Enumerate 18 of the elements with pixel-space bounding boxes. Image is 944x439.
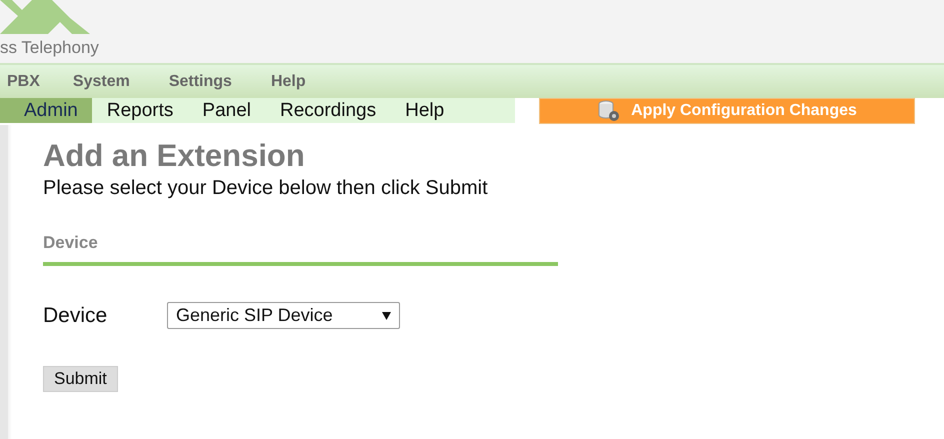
section-heading: Device bbox=[43, 233, 558, 266]
logo-text: ss Telephony bbox=[0, 38, 100, 58]
nav-tab[interactable]: Help bbox=[390, 98, 458, 123]
menu-item[interactable]: System bbox=[60, 72, 156, 90]
nav-tab[interactable]: Panel bbox=[187, 98, 265, 123]
submit-button[interactable]: Submit bbox=[43, 366, 118, 392]
menu-item[interactable]: PBX bbox=[0, 72, 60, 90]
menu-item[interactable]: Settings bbox=[156, 72, 258, 90]
nav-tab[interactable]: Reports bbox=[92, 98, 188, 123]
device-dropdown[interactable]: Generic SIP Device bbox=[167, 302, 400, 329]
instructions: Please select your Device below then click Submit bbox=[43, 177, 489, 200]
nav-tab[interactable]: Admin bbox=[0, 98, 92, 123]
database-gear-icon bbox=[597, 100, 622, 122]
menu-item[interactable]: Help bbox=[258, 72, 332, 90]
field-label: Device bbox=[43, 304, 108, 328]
nav-tab[interactable]: Recordings bbox=[265, 98, 390, 123]
caret-icon bbox=[382, 311, 391, 320]
page-title: Add an Extension bbox=[43, 139, 306, 173]
